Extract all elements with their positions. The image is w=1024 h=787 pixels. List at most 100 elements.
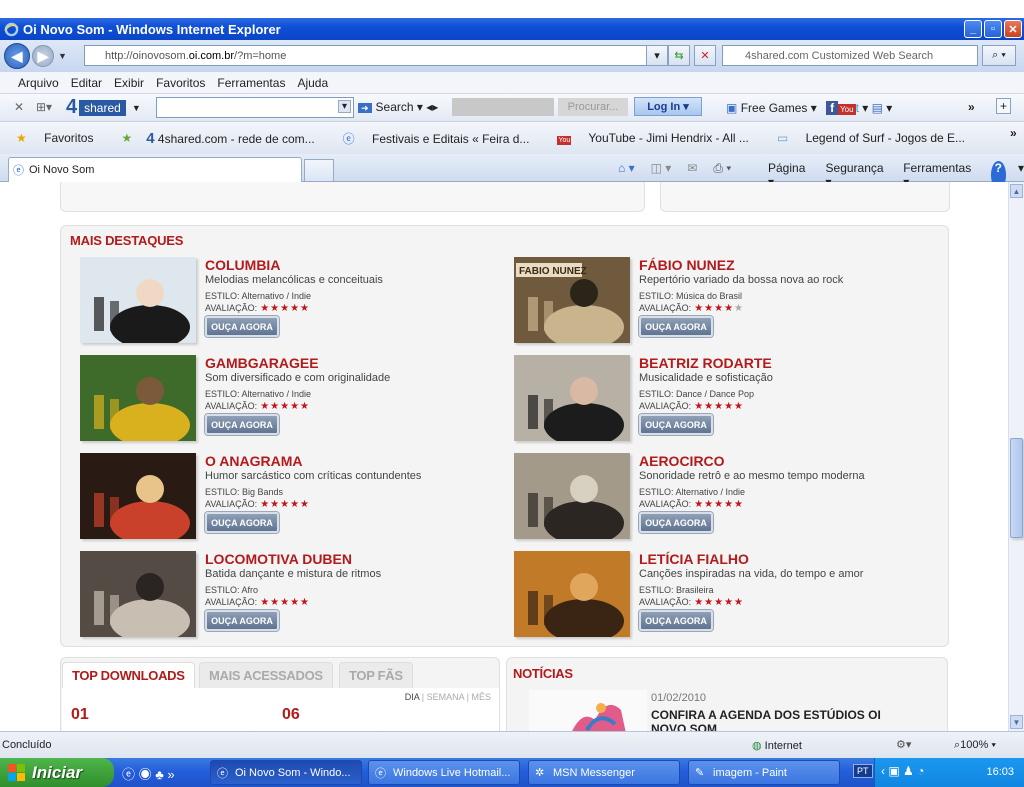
back-button[interactable]: ◀ [4, 43, 30, 69]
add-favorite-icon[interactable]: ★ [121, 131, 132, 145]
search-label: Search [375, 100, 414, 114]
address-input[interactable]: http://oinovosom. oi.com.br/?m=home [84, 45, 664, 66]
twitter-icon[interactable]: t [856, 101, 859, 115]
refresh-button[interactable]: ⇆ [668, 45, 690, 66]
4shared-logo[interactable]: 4 shared ▼ [66, 96, 141, 119]
stop-button[interactable]: ✕ [694, 45, 716, 66]
search-go-button[interactable]: ⌕ ▾ [982, 45, 1016, 66]
ouca-agora-button[interactable]: OUÇA AGORA [639, 512, 713, 533]
toolbar-close-icon[interactable]: ✕ [14, 100, 24, 114]
taskbar-item-msn[interactable]: ✲ MSN Messenger [528, 760, 680, 785]
period-dia[interactable]: DIA [405, 692, 420, 702]
tab-top-downloads[interactable]: TOP DOWNLOADS [62, 662, 195, 688]
address-dropdown-button[interactable]: ▾ [646, 45, 668, 66]
artist-name[interactable]: LOCOMOTIVA DUBEN [205, 551, 352, 567]
ouca-agora-button[interactable]: OUÇA AGORA [639, 414, 713, 435]
fav-youtube[interactable]: You YouTube - Jimi Hendrix - All ... [557, 131, 762, 145]
scroll-up-icon[interactable]: ▲ [1010, 184, 1023, 198]
browser-window: Oi Novo Som - Windows Internet Explorer … [0, 0, 1024, 787]
tray-icons[interactable]: ‹ ▣ ♟ ◔ [881, 764, 924, 778]
artist-thumbnail[interactable] [514, 551, 630, 643]
artist-name[interactable]: BEATRIZ RODARTE [639, 355, 772, 371]
artist-name[interactable]: FÁBIO NUNEZ [639, 257, 735, 273]
news-thumbnail[interactable] [529, 690, 647, 731]
chevron-down-icon[interactable]: ▼ [132, 103, 141, 113]
protected-mode-icon[interactable]: ⚙▾ [896, 738, 911, 751]
free-games-button[interactable]: ▣ Free Games ▾ f You t ▾ ▤ ▾ [726, 101, 892, 115]
artist-description: Melodias melancólicas e conceituais [205, 274, 383, 286]
chevron-down-icon[interactable]: ▾ [337, 100, 351, 113]
artist-name[interactable]: GAMBGARAGEE [205, 355, 319, 371]
feeds-icon[interactable]: ◫ ▾ [651, 161, 672, 176]
menu-favoritos[interactable]: Favoritos [156, 76, 205, 90]
artist-name[interactable]: O ANAGRAMA [205, 453, 302, 469]
4shared-search-input[interactable]: ▾ [156, 97, 354, 118]
artist-thumbnail[interactable] [80, 257, 196, 349]
new-tab-button[interactable] [304, 159, 334, 181]
artist-name[interactable]: COLUMBIA [205, 257, 280, 273]
toolbar-overflow-icon[interactable]: » [968, 100, 975, 114]
period-semana[interactable]: SEMANA [427, 692, 465, 702]
tab-oi-novo-som[interactable]: ⓔ Oi Novo Som [8, 157, 302, 182]
menu-ferramentas[interactable]: Ferramentas [217, 76, 285, 90]
artist-name[interactable]: AEROCIRCO [639, 453, 725, 469]
taskbar-item-ie[interactable]: ⓔ Oi Novo Som - Windo... [210, 760, 362, 785]
taskbar-item-hotmail[interactable]: ⓔ Windows Live Hotmail... [368, 760, 520, 785]
scroll-thumb[interactable] [1010, 438, 1023, 538]
zoom-control[interactable]: ⌕100% ▾ [954, 739, 996, 752]
menu-ajuda[interactable]: Ajuda [297, 76, 328, 90]
period-mes[interactable]: MÊS [471, 692, 491, 702]
vertical-scrollbar[interactable]: ▲ ▼ [1008, 182, 1024, 731]
ouca-agora-button[interactable]: OUÇA AGORA [205, 414, 279, 435]
login-button[interactable]: Log In ▾ [634, 97, 702, 116]
artist-thumbnail[interactable] [514, 453, 630, 545]
quicklaunch-icons[interactable]: ⓔ ◉ ♣ » [122, 764, 175, 783]
facebook-icon[interactable]: f [826, 101, 839, 115]
ouca-agora-button[interactable]: OUÇA AGORA [205, 610, 279, 631]
scroll-down-icon[interactable]: ▼ [1010, 715, 1023, 729]
menu-arquivo[interactable]: Arquivo [18, 76, 59, 90]
tab-mais-acessados[interactable]: MAIS ACESSADOS [199, 662, 333, 688]
artist-name[interactable]: LETÍCIA FIALHO [639, 551, 749, 567]
minimize-button[interactable]: _ [964, 20, 982, 38]
artist-thumbnail[interactable] [514, 355, 630, 447]
menu-editar[interactable]: Editar [71, 76, 102, 90]
ouca-agora-button[interactable]: OUÇA AGORA [639, 316, 713, 337]
fav-festivais[interactable]: ⓔ Festivais e Editais « Feira d... [343, 130, 544, 147]
web-search-input[interactable]: 4shared.com Customized Web Search [722, 45, 978, 66]
toolbar-options-icon[interactable]: ⊞▾ [36, 100, 52, 114]
rating-stars-icon: ★★★★★ [260, 401, 311, 412]
artist-thumbnail[interactable] [80, 355, 196, 447]
artist-style: ESTILO: Música do Brasil [639, 291, 743, 301]
mail-icon[interactable]: ✉ [687, 161, 697, 176]
favbar-overflow-icon[interactable]: » [1010, 126, 1017, 140]
fav-4shared[interactable]: 4 4shared.com - rede de com... [146, 130, 328, 147]
ouca-agora-button[interactable]: OUÇA AGORA [639, 610, 713, 631]
favorites-button[interactable]: ★ Favoritos [16, 131, 107, 145]
start-button[interactable]: Iniciar [0, 758, 114, 787]
4shared-user-field[interactable] [452, 98, 554, 116]
ouca-agora-button[interactable]: OUÇA AGORA [205, 316, 279, 337]
screen-icon[interactable]: ▤ [872, 101, 883, 115]
procurar-button[interactable]: Procurar... [558, 98, 628, 116]
print-icon[interactable]: ⎙ ▾ [713, 161, 731, 176]
history-dropdown-icon[interactable]: ▼ [58, 51, 67, 61]
menu-exibir[interactable]: Exibir [114, 76, 144, 90]
youtube-icon[interactable]: You [838, 104, 856, 115]
artist-thumbnail[interactable]: FABIO NUNEZ [514, 257, 630, 349]
artist-thumbnail[interactable] [80, 453, 196, 545]
fav-legend-surf[interactable]: ▭ Legend of Surf - Jogos de E... [777, 131, 979, 145]
close-button[interactable]: ✕ [1004, 20, 1022, 38]
news-headline[interactable]: CONFIRA A AGENDA DOS ESTÚDIOS OI NOVO SO… [651, 708, 891, 731]
forward-button[interactable]: ▶ [32, 45, 54, 67]
4shared-search-button[interactable]: ➜ Search ▾ ◂▸ [358, 100, 438, 114]
taskbar-item-paint[interactable]: ✎ imagem - Paint [688, 760, 840, 785]
home-icon[interactable]: ⌂ ▾ [618, 161, 635, 176]
ouca-agora-button[interactable]: OUÇA AGORA [205, 512, 279, 533]
language-indicator[interactable]: PT [853, 764, 873, 778]
artist-thumbnail[interactable] [80, 551, 196, 643]
add-toolbar-icon[interactable]: + [996, 98, 1012, 114]
tab-top-fas[interactable]: TOP FÃS [339, 662, 413, 688]
title-bar: Oi Novo Som - Windows Internet Explorer … [0, 18, 1024, 40]
maximize-button[interactable]: ▫ [984, 20, 1002, 38]
